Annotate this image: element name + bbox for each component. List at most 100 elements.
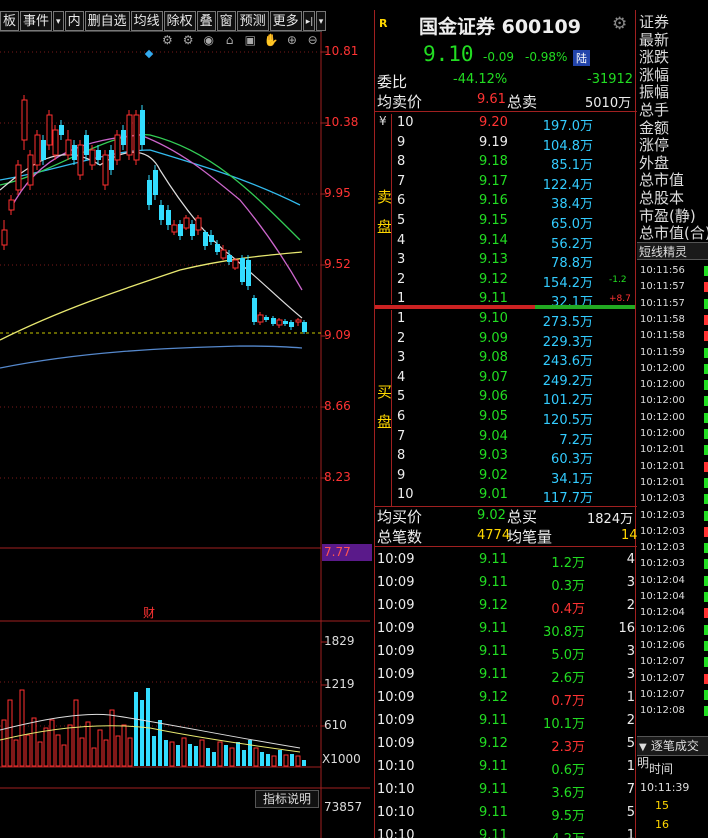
sprite-time: 10:12:06 — [640, 623, 685, 635]
level-volume: 34.1万 — [551, 471, 593, 487]
tick-price: 9.11 — [479, 667, 508, 682]
level-number: 8 — [397, 154, 406, 170]
sell-level-row[interactable]: 9 9.19 104.8万 — [375, 134, 637, 154]
price-tick: 9.95 — [324, 186, 351, 200]
tick-row: 10:09 9.11 30.8万 16 — [375, 619, 637, 641]
sell-level-row[interactable]: 6 9.16 38.4万 — [375, 192, 637, 212]
toolbar-forecast[interactable]: 预测 — [236, 10, 269, 31]
ma-line-white — [0, 151, 303, 319]
buy-level-row[interactable]: 8 9.03 60.3万 — [375, 447, 637, 468]
buy-level-row[interactable]: 10 9.01 117.7万 — [375, 486, 637, 506]
basket-icon[interactable]: ⌂ — [222, 33, 237, 51]
toolbar-more[interactable]: 更多 — [269, 10, 302, 31]
toolbar-window[interactable]: 窗 — [216, 10, 236, 31]
buy-level-row[interactable]: 4 9.07 249.2万 — [375, 369, 637, 389]
eye-icon[interactable]: ◉ — [201, 33, 216, 51]
indicator-help-button[interactable]: 指标说明 — [255, 790, 319, 808]
level-number: 4 — [397, 369, 406, 385]
kline-chart[interactable] — [0, 0, 370, 838]
level-volume: 56.2万 — [551, 236, 593, 252]
candle-body — [220, 249, 227, 259]
toolbar-exright[interactable]: 除权 — [163, 10, 196, 31]
avg-sell-value: 9.61 — [477, 92, 506, 107]
level-volume: 60.3万 — [551, 452, 593, 468]
price-tick: 10.38 — [324, 115, 359, 129]
level-volume: 229.3万 — [542, 334, 593, 350]
level-number: 3 — [397, 252, 406, 268]
level-price: 9.08 — [479, 350, 508, 366]
toolbar-events[interactable]: 事件 — [20, 10, 53, 31]
sprite-flag — [704, 396, 708, 407]
volume-bar — [164, 740, 168, 766]
candle-body — [96, 150, 101, 160]
volume-bar — [283, 754, 289, 767]
level-price: 9.09 — [479, 330, 508, 346]
sprite-header[interactable]: 短线精灵 — [637, 242, 708, 260]
buy-level-row[interactable]: 1 9.10 273.5万 — [375, 310, 637, 330]
settings-sliders-icon[interactable]: ⚙ — [181, 33, 196, 51]
candle-body — [1, 229, 8, 246]
sprite-time: 10:12:03 — [640, 558, 685, 570]
zoom-out-icon[interactable]: ⊖ — [305, 33, 320, 51]
candle-body — [195, 217, 202, 231]
zoom-in-icon[interactable]: ⊕ — [285, 33, 300, 51]
toolbar-overlay[interactable]: 叠 — [196, 10, 216, 31]
sell-level-row[interactable]: 5 9.15 65.0万 — [375, 212, 637, 232]
briefcase-icon[interactable]: ▣ — [243, 33, 258, 51]
level-change: +8.7 — [609, 294, 631, 305]
level-volume: 243.6万 — [542, 354, 593, 370]
sell-level-row[interactable]: 2 9.12 154.2万 -1.2 — [375, 271, 637, 291]
toolbar-expand-icon[interactable]: ▸| — [302, 10, 315, 31]
tick-time: 10:09 — [377, 575, 415, 590]
volume-bar — [127, 737, 133, 767]
level-volume: 197.0万 — [542, 119, 593, 134]
stock-title: 国金证券 600109 — [419, 16, 581, 38]
sell-level-row[interactable]: 4 9.14 56.2万 — [375, 232, 637, 252]
sell-level-row[interactable]: 10 9.20 197.0万 — [375, 114, 637, 134]
buy-level-row[interactable]: 3 9.08 243.6万 — [375, 349, 637, 370]
event-marker[interactable] — [144, 49, 154, 59]
sprite-flag — [704, 510, 708, 521]
finance-marker[interactable]: 财 — [143, 604, 155, 621]
candle-body — [283, 321, 288, 324]
toolbar-events-dropdown-icon[interactable]: ▾ — [53, 10, 64, 31]
sell-level-row[interactable]: 8 9.18 85.1万 — [375, 153, 637, 173]
deal-detail-header[interactable]: ▼ 逐笔成交明 — [637, 736, 708, 770]
sprite-flag — [704, 282, 708, 293]
sell-level-row[interactable]: 3 9.13 78.8万 — [375, 251, 637, 271]
tick-count: 2 — [626, 713, 635, 728]
level-price: 9.20 — [479, 115, 508, 130]
tick-count: 1 — [626, 828, 635, 838]
level-volume: 122.4万 — [542, 177, 593, 193]
buy-level-row[interactable]: 7 9.04 7.2万 — [375, 428, 637, 448]
buy-level-row[interactable]: 9 9.02 34.1万 — [375, 467, 637, 487]
toolbar-remove-watchlist[interactable]: 删自选 — [84, 10, 130, 31]
tick-time: 10:10 — [377, 828, 415, 838]
sprite-flag — [704, 592, 708, 602]
indicator-value: 73857 — [324, 800, 363, 814]
settings-gear-icon[interactable]: ⚙ — [612, 14, 627, 34]
sprite-time: 10:12:01 — [640, 476, 685, 488]
volume-bar — [212, 752, 216, 766]
candle-body — [215, 244, 220, 252]
toolbar-inner[interactable]: 内 — [64, 10, 84, 31]
candlesticks — [1, 95, 307, 334]
volume-bar — [43, 727, 49, 767]
sell-level-row[interactable]: 7 9.17 122.4万 — [375, 173, 637, 193]
collapse-arrow-icon[interactable]: ▼ — [637, 742, 647, 753]
sprite-time: 10:11:57 — [640, 281, 685, 293]
buy-level-row[interactable]: 6 9.05 120.5万 — [375, 408, 637, 428]
total-sell-value: 5010万 — [585, 96, 632, 111]
level-price: 9.02 — [479, 467, 508, 483]
candle-body — [41, 140, 46, 160]
buy-level-row[interactable]: 5 9.06 101.2万 — [375, 388, 637, 408]
tick-volume: 5.0万 — [551, 648, 585, 663]
toolbar-menu-dropdown-icon[interactable]: ▾ — [315, 10, 327, 31]
tick-time: 10:10 — [377, 805, 415, 820]
buy-level-row[interactable]: 2 9.09 229.3万 — [375, 330, 637, 350]
toolbar-ma[interactable]: 均线 — [130, 10, 163, 31]
gear-icon[interactable]: ⚙ — [160, 33, 175, 51]
hand-icon[interactable]: ✋ — [264, 33, 279, 51]
level-number: 4 — [397, 232, 406, 248]
toolbar-board[interactable]: 板 — [0, 10, 20, 31]
